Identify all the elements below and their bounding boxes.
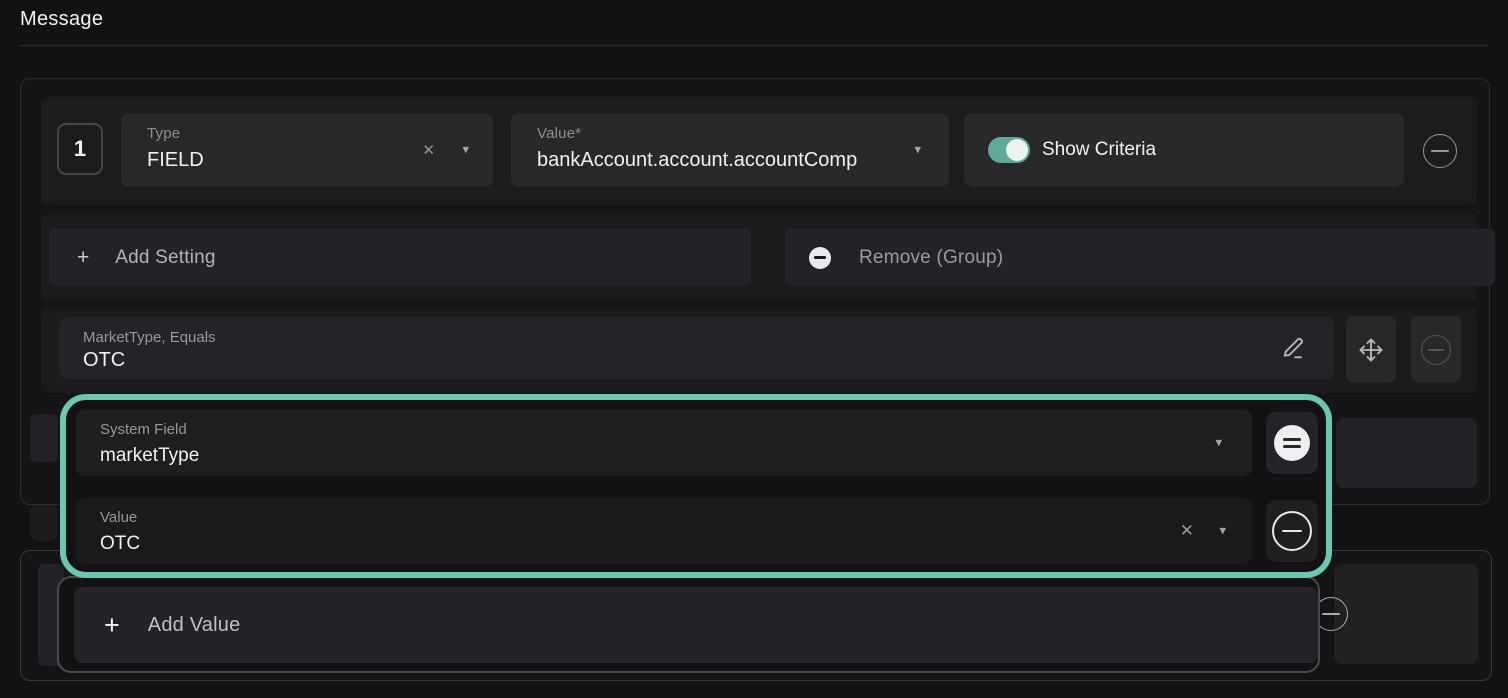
remove-rule-button[interactable] <box>1423 134 1457 168</box>
remove-group-label: Remove (Group) <box>859 247 1003 269</box>
minus-circle-icon <box>1421 335 1451 365</box>
value-select[interactable]: Value* bankAccount.account.accountComp ▾ <box>511 113 949 187</box>
chevron-down-icon[interactable]: ▾ <box>1219 523 1226 539</box>
clear-icon[interactable]: ✕ <box>1180 521 1194 541</box>
add-value-button[interactable]: + Add Value <box>74 587 1318 663</box>
system-field-label: System Field <box>100 421 1192 440</box>
system-field-select[interactable]: System Field marketType ▾ <box>76 410 1252 476</box>
rule-row: 1 Type FIELD ✕ ▾ Value* bankAccount.acco… <box>41 97 1477 205</box>
criterion-value: OTC <box>83 349 1264 372</box>
criterion-row: MarketType, Equals OTC <box>41 307 1477 393</box>
move-criterion-button[interactable] <box>1346 316 1396 383</box>
criterion-label: MarketType, Equals <box>83 329 1264 346</box>
show-criteria-label: Show Criteria <box>1042 113 1156 187</box>
chevron-down-icon[interactable]: ▾ <box>914 142 921 158</box>
toggle-knob <box>1006 139 1028 161</box>
criterion-value-text: OTC <box>100 532 1192 557</box>
edit-criterion-button[interactable] <box>1280 334 1308 362</box>
rule-index-badge: 1 <box>57 123 103 175</box>
criterion-value-label: Value <box>100 509 1192 528</box>
plus-icon: + <box>104 610 120 641</box>
chevron-down-icon[interactable]: ▾ <box>462 142 469 158</box>
header-divider <box>20 45 1488 46</box>
page-title: Message <box>20 8 103 31</box>
criterion-value-select[interactable]: Value OTC ✕ ▾ <box>76 498 1252 564</box>
move-arrows-icon <box>1357 336 1385 364</box>
add-value-panel: + Add Value <box>57 576 1320 673</box>
bg-fragment <box>1336 418 1477 488</box>
type-select[interactable]: Type FIELD ✕ ▾ <box>121 113 493 187</box>
remove-group-button[interactable]: Remove (Group) <box>785 229 1495 286</box>
criteria-highlight-box: System Field marketType ▾ Value OTC ✕ ▾ <box>60 394 1332 578</box>
criteria-builder-screen: Message 1 Type FIELD ✕ ▾ Value* bankAcco… <box>0 0 1508 698</box>
chevron-down-icon[interactable]: ▾ <box>1215 435 1222 451</box>
minus-circle-filled-icon <box>809 247 831 269</box>
edit-pencil-icon <box>1280 334 1308 362</box>
show-criteria-panel: Show Criteria <box>964 113 1404 187</box>
remove-criterion-button[interactable] <box>1411 316 1461 383</box>
value-select-value: bankAccount.account.accountComp <box>537 147 889 173</box>
value-select-label: Value* <box>537 125 889 144</box>
equals-circle-icon <box>1274 425 1310 461</box>
bg-fragment <box>30 505 58 541</box>
remove-value-button[interactable] <box>1266 500 1318 562</box>
add-value-label: Add Value <box>148 614 241 637</box>
type-select-value: FIELD <box>147 147 433 173</box>
plus-icon: + <box>77 246 89 270</box>
add-setting-button[interactable]: + Add Setting <box>49 229 751 286</box>
bg-fragment <box>30 414 58 462</box>
add-setting-label: Add Setting <box>115 247 215 269</box>
equals-handle-button[interactable] <box>1266 412 1318 474</box>
show-criteria-toggle[interactable] <box>988 137 1030 163</box>
group-actions-row: + Add Setting Remove (Group) <box>41 213 1477 301</box>
clear-icon[interactable]: ✕ <box>422 141 435 159</box>
remove-row-panel <box>1334 564 1478 664</box>
minus-circle-icon <box>1272 511 1312 551</box>
system-field-value: marketType <box>100 444 1192 469</box>
type-select-label: Type <box>147 125 433 144</box>
criterion-field: MarketType, Equals OTC <box>59 317 1334 379</box>
